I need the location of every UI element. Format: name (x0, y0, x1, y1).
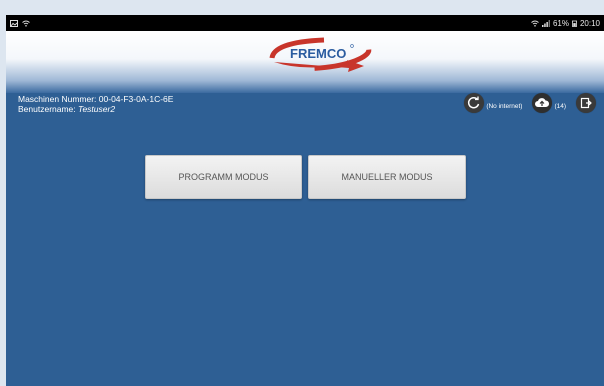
upload-button[interactable]: (14) (532, 93, 566, 113)
status-bar: 61% 20:10 (6, 15, 604, 31)
program-mode-button[interactable]: PROGRAMM MODUS (145, 155, 302, 199)
app-header: FREMCO (6, 31, 604, 93)
logout-button[interactable] (576, 93, 596, 113)
status-left (10, 19, 30, 27)
cloud-upload-icon (532, 93, 553, 113)
battery-icon (571, 20, 577, 27)
machine-number-value: 00-04-F3-0A-1C-6E (98, 94, 174, 104)
machine-info: Maschinen Nummer: 00-04-F3-0A-1C-6E Benu… (18, 94, 173, 114)
machine-number-line: Maschinen Nummer: 00-04-F3-0A-1C-6E (18, 94, 173, 104)
status-time: 20:10 (579, 18, 600, 28)
toolbar-actions: (No internet) (14) (454, 93, 596, 113)
logout-icon (576, 93, 596, 113)
svg-text:FREMCO: FREMCO (290, 46, 346, 61)
username-label: Benutzername: (18, 104, 76, 114)
sync-button[interactable]: (No internet) (464, 93, 522, 113)
machine-number-label: Maschinen Nummer: (18, 94, 97, 104)
image-icon (10, 19, 18, 27)
sync-status-text: (No internet) (486, 102, 523, 110)
wifi-icon (531, 20, 539, 27)
battery-percent: 61% (552, 18, 569, 28)
manual-mode-button[interactable]: MANUELLER MODUS (308, 155, 466, 199)
username-line: Benutzername: Testuser2 (18, 104, 173, 114)
fremco-logo: FREMCO (266, 36, 372, 72)
wifi-icon (22, 20, 30, 27)
sync-icon (464, 93, 485, 113)
signal-icon (541, 19, 550, 27)
app-screen: 61% 20:10 FREMCO Maschinen Nummer: 00-04… (6, 15, 604, 386)
status-right: 61% 20:10 (531, 19, 600, 28)
username-value: Testuser2 (78, 104, 116, 114)
upload-count: (14) (554, 102, 566, 110)
